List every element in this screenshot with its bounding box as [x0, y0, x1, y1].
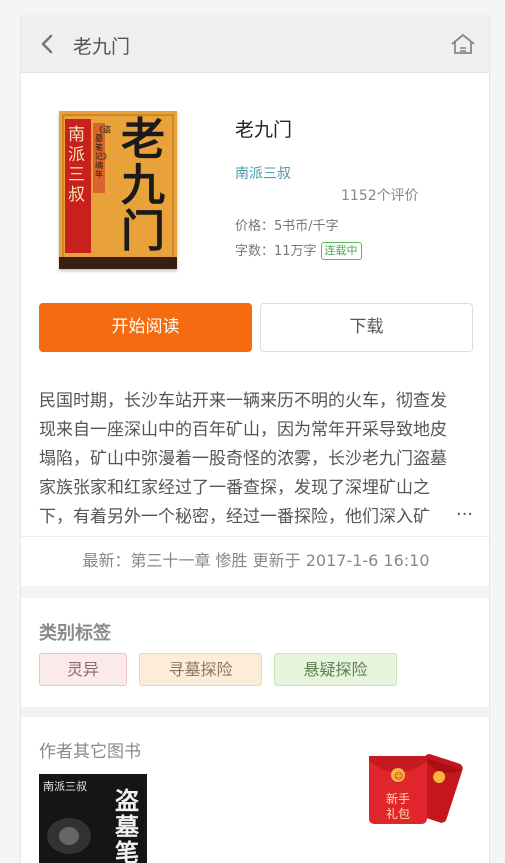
description-line: 塌陷，矿山中弥漫着一股奇怪的浓雾，长沙老九门盗墓 [39, 449, 447, 469]
page-title: 老九门 [73, 36, 131, 58]
gift-text-line2: 礼包 [386, 807, 411, 821]
description-line: 现来自一座深山中的百年矿山，因为常年开采导致地皮 [39, 420, 447, 440]
tag-lingyi[interactable]: 灵异 [39, 653, 127, 686]
word-count-row: 字数：11万字 连载中 [235, 240, 362, 260]
description-line: 下，有着另外一个秘密，经过一番探险，他们深入矿 [39, 507, 430, 525]
home-icon[interactable] [451, 33, 475, 55]
cover-title-text: 老九门 [121, 114, 165, 257]
new-user-gift-red-packet[interactable]: ☺ 新手 礼包 [367, 750, 463, 828]
other-book-cover[interactable]: 南派三叔 盗墓笔 [39, 774, 147, 863]
start-reading-button[interactable]: 开始阅读 [39, 303, 252, 352]
description-ellipsis: … [454, 496, 473, 525]
book-cover-image[interactable]: 南派三叔 《盗墓笔记》编年 老九门 [59, 111, 177, 269]
review-count[interactable]: 1152个评价 [341, 185, 419, 205]
top-nav-bar: 老九门 [21, 15, 489, 73]
word-count-text: 字数：11万字 [235, 244, 317, 259]
tag-xuanyi-tanxian[interactable]: 悬疑探险 [274, 653, 397, 686]
download-button[interactable]: 下载 [260, 303, 473, 352]
section-divider [21, 586, 489, 598]
description-line: 家族张家和红家经过了一番查探，发现了深埋矿山之 [39, 478, 430, 498]
book-title: 老九门 [235, 119, 293, 141]
author-link[interactable]: 南派三叔 [235, 163, 291, 183]
svg-text:☺: ☺ [394, 771, 403, 782]
book-detail-page: 老九门 南派三叔 《盗墓笔记》编年 老九门 老九门 南派三叔 1152个评价 价… [20, 15, 490, 863]
red-packet-icon: ☺ [369, 754, 463, 824]
book-info-section: 南派三叔 《盗墓笔记》编年 老九门 老九门 南派三叔 1152个评价 价格：5书… [21, 73, 489, 297]
latest-chapter-link[interactable]: 最新：第三十一章 惨胜 更新于 2017-1-6 16:10 [21, 536, 489, 586]
section-divider [21, 707, 489, 717]
status-badge: 连载中 [320, 242, 362, 260]
price-text: 价格：5书币/千字 [235, 219, 339, 234]
book-description[interactable]: 民国时期，长沙车站开来一辆来历不明的火车，彻查发 现来自一座深山中的百年矿山，因… [39, 387, 473, 525]
cover-author-text: 南派三叔 [68, 125, 85, 205]
category-tags-title: 类别标签 [39, 623, 111, 644]
back-chevron-icon[interactable] [35, 31, 61, 57]
description-line: 民国时期，长沙车站开来一辆来历不明的火车，彻查发 [39, 391, 447, 411]
other-cover-title-text: 盗墓笔 [115, 786, 139, 863]
cover-side-text: 《盗墓笔记》编年 [95, 125, 111, 179]
other-books-title: 作者其它图书 [39, 742, 141, 762]
other-cover-author-text: 南派三叔 [43, 780, 87, 793]
tag-xunmu-tanxian[interactable]: 寻墓探险 [139, 653, 262, 686]
